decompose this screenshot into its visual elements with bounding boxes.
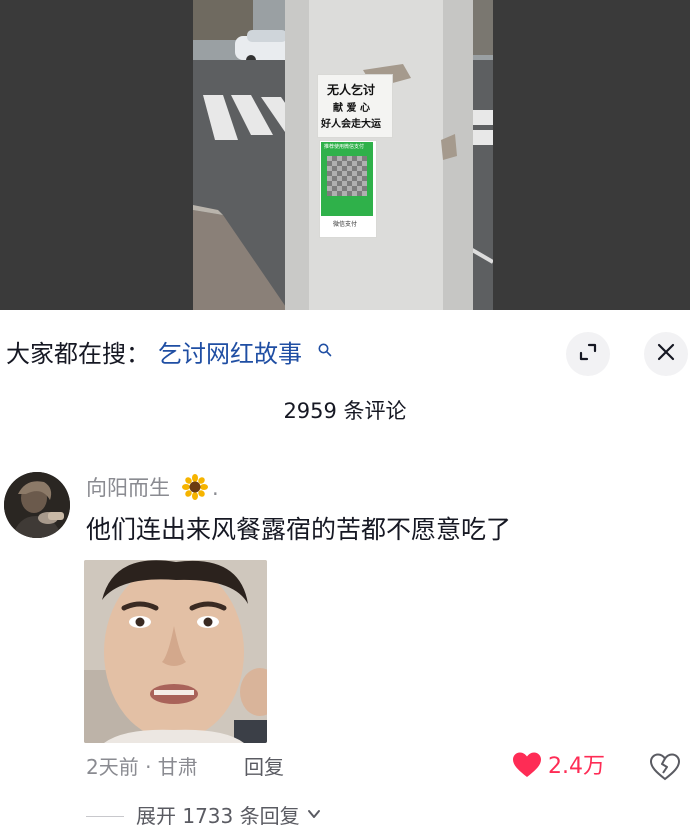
comment-image[interactable]	[84, 560, 267, 743]
comment-count: 2959 条评论	[283, 399, 407, 423]
expand-button[interactable]	[566, 332, 610, 376]
video-frame[interactable]: 无人乞讨 献 爱 心 好人会走大运 推荐使用微信支付 微信支付	[193, 0, 493, 310]
comment-panel: 无人乞讨 献 爱 心 好人会走大运 推荐使用微信支付 微信支付 大家都在搜： 乞…	[0, 0, 690, 834]
sign-line-2: 献 爱 心	[333, 103, 370, 114]
video-player[interactable]: 无人乞讨 献 爱 心 好人会走大运 推荐使用微信支付 微信支付	[0, 0, 690, 310]
qr-header: 推荐使用微信支付	[324, 144, 365, 150]
expand-replies[interactable]: 展开 1733 条回复	[86, 801, 322, 831]
sign-line-3: 好人会走大运	[321, 119, 381, 130]
reply-button[interactable]: 回复	[244, 753, 284, 781]
comment-text: 他们连出来风餐露宿的苦都不愿意吃了	[86, 515, 512, 544]
expand-icon	[577, 341, 599, 367]
search-suggestion-link[interactable]: 乞讨网红故事	[158, 339, 302, 369]
broken-heart-icon[interactable]	[649, 753, 681, 785]
heart-icon	[512, 751, 542, 783]
like-count: 2.4万	[548, 754, 605, 779]
username-suffix: .	[212, 476, 219, 500]
sunflower-icon	[182, 474, 208, 504]
like-button[interactable]: 2.4万	[512, 750, 605, 784]
search-icon[interactable]	[318, 342, 332, 361]
video-letterbox-right	[493, 0, 690, 310]
comment-username[interactable]: 向阳而生	[86, 474, 170, 502]
close-icon	[655, 341, 677, 367]
comment-time-location: 2天前 · 甘肃	[86, 755, 198, 779]
chevron-down-icon	[306, 806, 322, 826]
qr-code-blurred	[327, 156, 367, 196]
avatar[interactable]	[4, 472, 70, 538]
search-suggestion-prefix: 大家都在搜：	[6, 340, 150, 368]
qr-footer: 微信支付	[333, 221, 358, 228]
expand-divider	[86, 815, 124, 817]
sign-line-1: 无人乞讨	[327, 83, 376, 97]
expand-replies-label: 展开 1733 条回复	[136, 804, 300, 828]
video-letterbox-left	[0, 0, 193, 310]
close-button[interactable]	[644, 332, 688, 376]
search-suggestion-row: 大家都在搜： 乞讨网红故事	[0, 330, 690, 380]
